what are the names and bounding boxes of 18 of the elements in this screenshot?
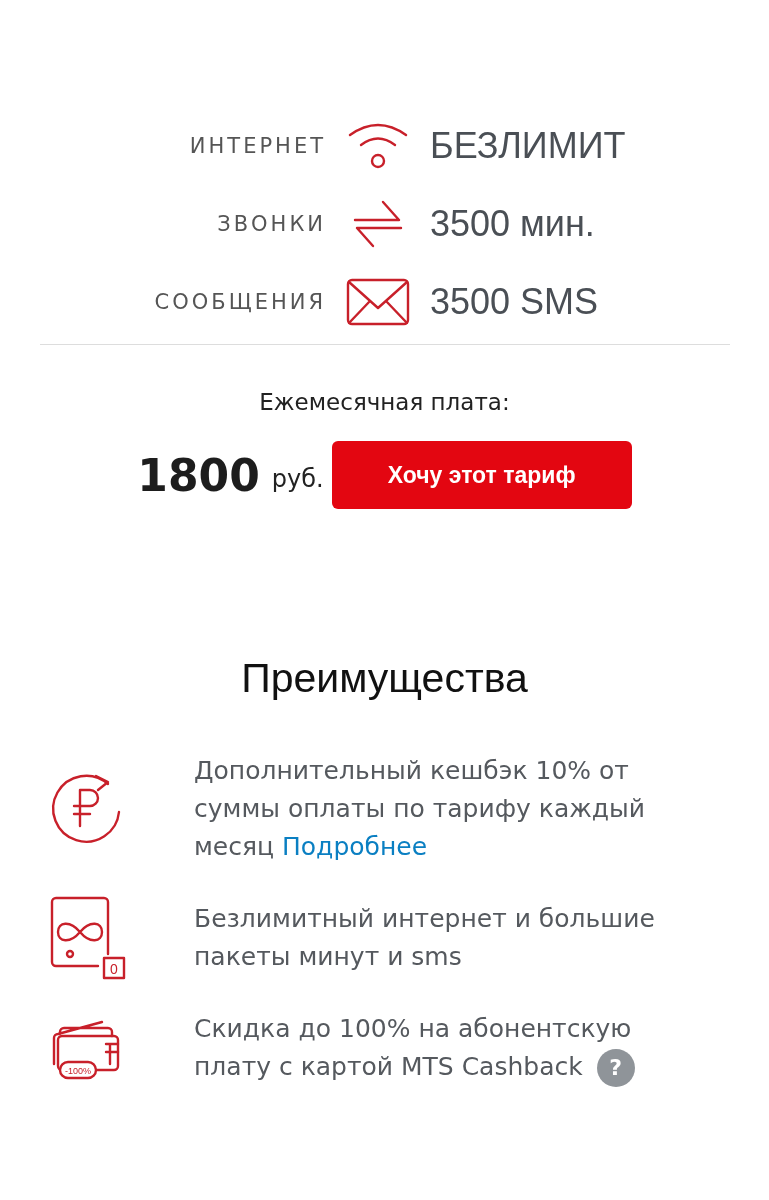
tariff-value: 3500 SMS (430, 281, 599, 323)
advantage-text: Безлимитный интернет и большие пакеты минут и sms (194, 903, 656, 973)
tariff-label: ЗВОНКИ (216, 212, 326, 236)
advantage-text: Дополнительный кешбэк 10% от суммы оплаты по тарифу каждый месяц Подробнее (194, 755, 647, 863)
tariff-label: СООБЩЕНИЯ (153, 290, 326, 314)
price-amount: 1800 (137, 449, 260, 501)
more-link[interactable]: Подробнее (282, 832, 428, 861)
tariff-value: БЕЗЛИМИТ (430, 125, 626, 167)
envelope-icon (346, 278, 410, 326)
fee-label: Ежемесячная плата: (258, 389, 511, 415)
price-currency: руб. (271, 465, 324, 493)
section-title: Преимущества (240, 655, 529, 702)
tariff-value: 3500 мин. (430, 203, 595, 245)
order-button[interactable]: Хочу этот тариф (331, 441, 632, 509)
advantage-text: Скидка до 100% на абонентскую плату с картой MTS Cashback ? (194, 1010, 714, 1087)
tariff-label: ИНТЕРНЕТ (188, 134, 326, 158)
help-icon[interactable]: ? (596, 1049, 635, 1087)
wifi-icon (347, 121, 409, 171)
